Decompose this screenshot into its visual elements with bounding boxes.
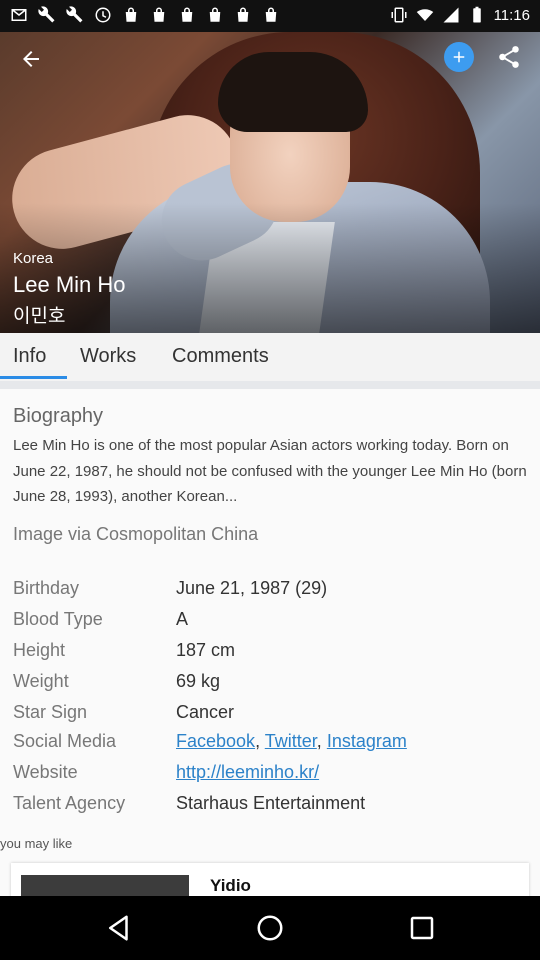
detail-label: Social Media [13,731,117,751]
nav-recents-button[interactable] [406,912,438,944]
status-time: 11:16 [493,6,530,24]
detail-value: Cancer [176,702,235,722]
detail-value: 187 cm [176,640,236,660]
website-link[interactable]: http://leeminho.kr/ [176,762,319,783]
shopping-bag-icon [234,6,252,24]
square-recents-icon [410,916,434,940]
system-nav-bar [0,896,540,960]
hero-photo: Korea Lee Min Ho 이민호 [0,32,540,333]
person-native-name: 이민호 [13,305,66,327]
detail-row-social-media: Social Media Facebook, Twitter, Instagra… [13,731,533,759]
facebook-link[interactable]: Facebook [176,731,255,751]
detail-value: June 21, 1987 (29) [176,578,328,598]
detail-label: Website [13,762,78,782]
detail-value: Starhaus Entertainment [176,793,366,813]
photo-hair [218,52,368,132]
nav-back-button[interactable] [103,912,135,944]
notification-icons [10,6,280,24]
add-button[interactable] [444,42,474,72]
tab-info[interactable]: Info [0,333,59,381]
detail-label: Star Sign [13,702,88,722]
wrench-icon [66,6,84,24]
nav-home-button[interactable] [254,912,286,944]
detail-value: A [176,609,189,629]
arrow-left-icon [23,51,39,67]
detail-row-website: Website http://leeminho.kr/ [13,762,533,790]
back-button[interactable] [12,40,50,78]
clock-icon [94,6,112,24]
detail-label: Talent Agency [13,793,126,813]
shopping-bag-icon [262,6,280,24]
circle-home-icon [257,915,283,941]
tab-bar: Info Works Comments [0,333,540,381]
tab-comments[interactable]: Comments [159,333,282,381]
detail-value: 69 kg [176,671,221,691]
biography-text: Lee Min Ho is one of the most popular As… [13,437,527,505]
detail-label: Birthday [13,578,80,598]
detail-row-weight: Weight 69 kg [13,671,533,699]
shopping-bag-icon [150,6,168,24]
shopping-bag-icon [122,6,140,24]
vibrate-icon [390,6,408,24]
detail-row-talent-agency: Talent Agency Starhaus Entertainment [13,793,533,821]
wifi-icon [416,6,434,24]
you-may-like-heading: you may like [0,836,73,851]
separator: , [255,731,261,751]
detail-row-birthday: Birthday June 21, 1987 (29) [13,578,533,606]
recommendation-title: Yidio [210,876,251,895]
detail-label: Height [13,640,66,660]
twitter-link[interactable]: Twitter [265,731,317,751]
mail-icon [10,6,28,24]
active-tab-indicator [0,376,67,379]
detail-row-blood-type: Blood Type A [13,609,533,637]
system-icons: 11:16 [390,6,530,24]
triangle-back-icon [109,915,128,941]
person-country: Korea [13,250,54,267]
plus-icon [453,51,465,63]
detail-label: Weight [13,671,69,691]
battery-icon [468,6,486,24]
separator: , [316,731,322,751]
biography-heading: Biography [13,405,104,427]
detail-label: Blood Type [13,609,103,629]
share-icon [499,46,519,68]
signal-icon [442,6,460,24]
instagram-link[interactable]: Instagram [327,731,407,751]
wrench-icon [38,6,56,24]
detail-row-height: Height 187 cm [13,640,533,668]
shopping-bag-icon [206,6,224,24]
image-credit: Image via Cosmopolitan China [13,524,259,544]
recommendation-card[interactable]: Yidio [11,863,529,896]
tab-works[interactable]: Works [67,333,149,381]
person-name: Lee Min Ho [13,272,126,297]
shopping-bag-icon [178,6,196,24]
recommendation-thumbnail [21,875,189,896]
status-bar: 11:16 [0,0,540,32]
share-button[interactable] [492,40,526,74]
social-links: Facebook, Twitter, Instagram [176,731,407,752]
photo-shade [0,203,540,333]
detail-row-star-sign: Star Sign Cancer [13,702,533,730]
info-content: Biography Lee Min Ho is one of the most … [0,389,540,896]
tabs-divider [0,381,540,389]
